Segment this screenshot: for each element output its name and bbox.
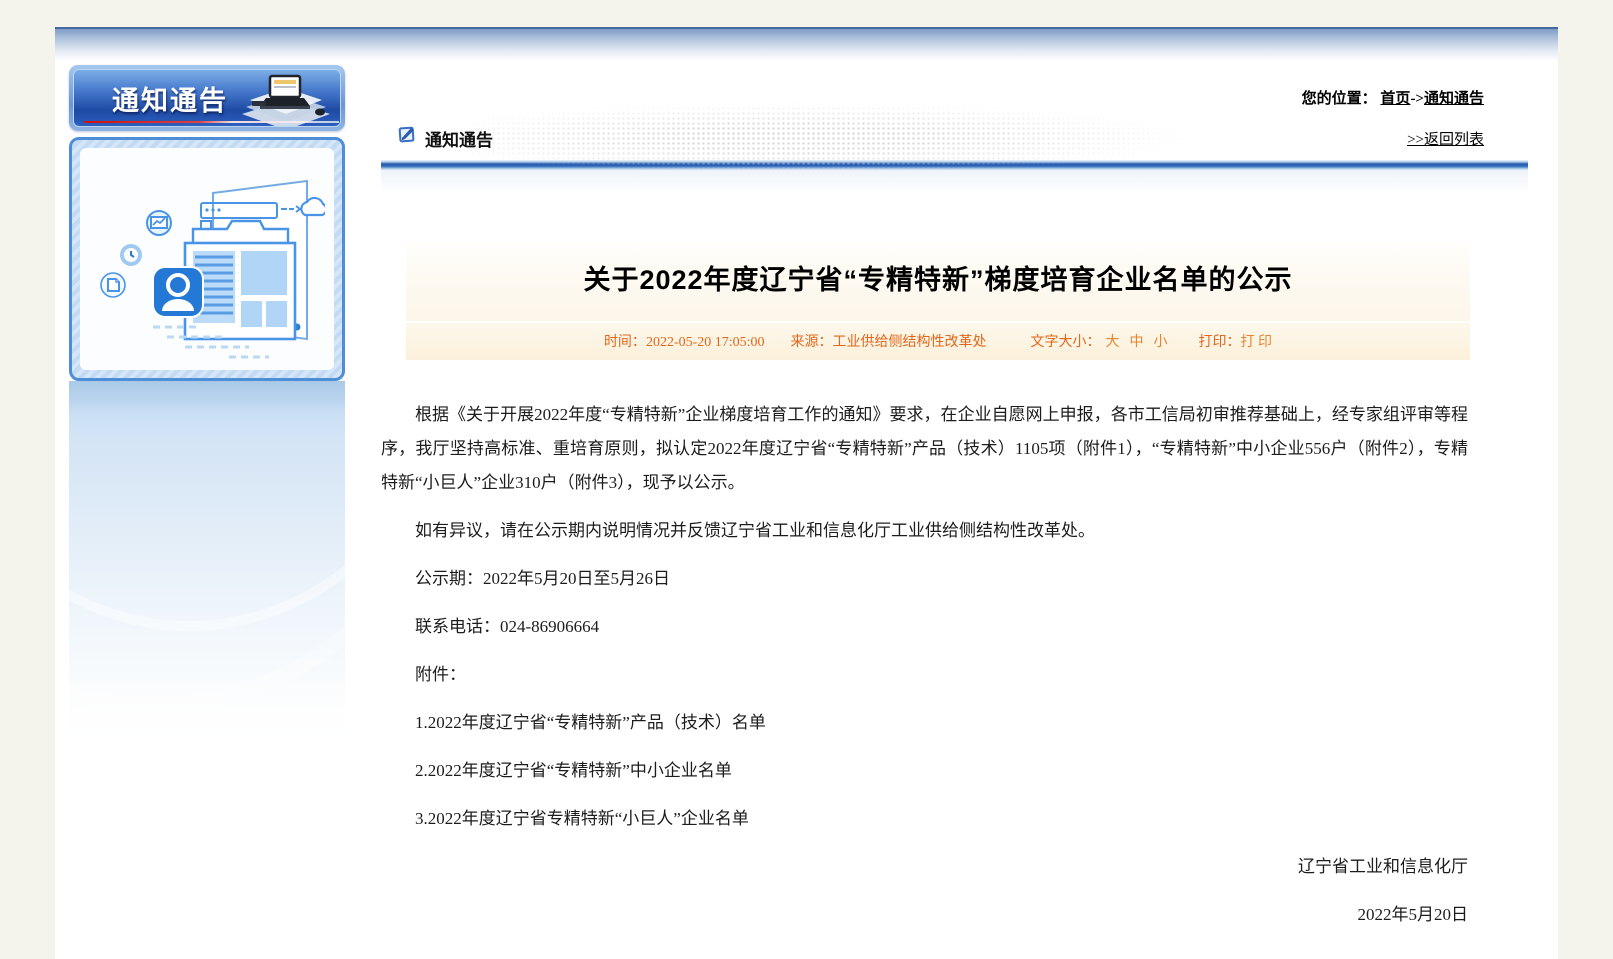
back-to-list-link[interactable]: >>返回列表 bbox=[1407, 128, 1528, 149]
attachment-item-3[interactable]: 3.2022年度辽宁省专精特新“小巨人”企业名单 bbox=[381, 802, 1468, 836]
page-container: 通知通告 bbox=[55, 27, 1558, 959]
chart-icon bbox=[147, 211, 171, 235]
meta-time-value: 2022-05-20 17:05:00 bbox=[646, 335, 765, 350]
font-size-medium-button[interactable]: 中 bbox=[1130, 335, 1144, 350]
breadcrumb-home-link[interactable]: 首页 bbox=[1380, 91, 1410, 107]
attachment-item-2[interactable]: 2.2022年度辽宁省“专精特新”中小企业名单 bbox=[381, 754, 1468, 788]
banner-red-line bbox=[84, 121, 339, 123]
meta-time-label: 时间： bbox=[604, 335, 646, 350]
breadcrumb-current-link[interactable]: 通知通告 bbox=[1424, 91, 1484, 107]
edit-icon bbox=[397, 124, 417, 144]
article-title: 关于2022年度辽宁省“专精特新”梯度培育企业名单的公示 bbox=[406, 258, 1470, 297]
attachment-item-1[interactable]: 1.2022年度辽宁省“专精特新”产品（技术）名单 bbox=[381, 706, 1468, 740]
clock-icon bbox=[120, 244, 142, 266]
article-paragraph: 根据《关于开展2022年度“专精特新”企业梯度培育工作的通知》要求，在企业自愿网… bbox=[381, 398, 1468, 500]
article: 关于2022年度辽宁省“专精特新”梯度培育企业名单的公示 时间：2022-05-… bbox=[381, 242, 1528, 932]
article-paragraph-contact-phone: 联系电话：024-86906664 bbox=[381, 610, 1468, 644]
meta-print-label: 打印： bbox=[1199, 335, 1241, 350]
notice-illustration bbox=[89, 151, 325, 367]
article-date: 2022年5月20日 bbox=[381, 898, 1468, 932]
font-size-large-button[interactable]: 大 bbox=[1106, 335, 1120, 350]
sidebar-illustration-inner bbox=[80, 148, 334, 370]
article-meta-bar: 时间：2022-05-20 17:05:00 来源：工业供给侧结构性改革处 文字大小… bbox=[406, 321, 1470, 360]
section-divider bbox=[381, 160, 1528, 170]
main-content: 您的位置： 首页->通知通告 通知通告 >>返回列表 bbox=[381, 61, 1528, 946]
print-button[interactable]: 打 印 bbox=[1241, 335, 1273, 350]
sidebar-banner-inner: 通知通告 bbox=[73, 69, 341, 127]
attachments-label: 附件： bbox=[381, 658, 1468, 692]
article-signature: 辽宁省工业和信息化厅 bbox=[381, 850, 1468, 884]
sidebar-illustration-panel bbox=[69, 137, 345, 381]
sidebar-banner[interactable]: 通知通告 bbox=[69, 65, 345, 131]
top-gradient-strip bbox=[55, 27, 1558, 61]
article-body: 根据《关于开展2022年度“专精特新”企业梯度培育工作的通知》要求，在企业自愿网… bbox=[381, 398, 1468, 932]
font-size-small-button[interactable]: 小 bbox=[1154, 335, 1168, 350]
document-icon bbox=[101, 273, 125, 297]
page-content: 通知通告 bbox=[55, 61, 1558, 946]
sidebar-gradient bbox=[69, 381, 345, 739]
laptop-icon bbox=[234, 74, 334, 127]
meta-source-label: 来源： bbox=[791, 335, 833, 350]
article-title-block: 关于2022年度辽宁省“专精特新”梯度培育企业名单的公示 时间：2022-05-… bbox=[406, 242, 1470, 360]
article-paragraph-public-period: 公示期：2022年5月20日至5月26日 bbox=[381, 562, 1468, 596]
breadcrumb: 您的位置： 首页->通知通告 bbox=[381, 87, 1528, 108]
section-header: 通知通告 >>返回列表 bbox=[381, 116, 1528, 160]
section-divider-fade bbox=[381, 170, 1528, 194]
meta-source-value: 工业供给侧结构性改革处 bbox=[833, 335, 987, 350]
section-header-left: 通知通告 bbox=[397, 126, 493, 151]
breadcrumb-label: 您的位置： bbox=[1302, 91, 1377, 107]
meta-fontsize-label: 文字大小： bbox=[1031, 335, 1101, 350]
breadcrumb-arrow: -> bbox=[1410, 91, 1424, 107]
article-paragraph: 如有异议，请在公示期内说明情况并反馈辽宁省工业和信息化厅工业供给侧结构性改革处。 bbox=[381, 514, 1468, 548]
section-title: 通知通告 bbox=[425, 126, 493, 151]
sidebar-banner-title: 通知通告 bbox=[112, 79, 228, 118]
sidebar: 通知通告 bbox=[69, 65, 345, 739]
